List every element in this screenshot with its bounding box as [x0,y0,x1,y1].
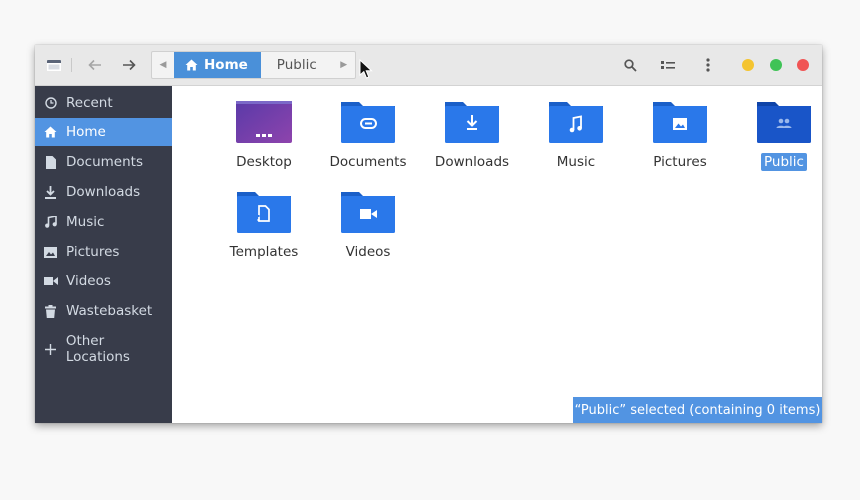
header-separator [71,58,72,72]
folder-item-music[interactable]: Music [527,100,625,171]
search-icon [623,58,637,72]
folder-label: Music [556,154,596,170]
sidebar-item-other-locations[interactable]: Other Locations [35,333,172,365]
folder-label: Desktop [236,154,292,170]
sidebar-item-documents[interactable]: Documents [35,148,172,176]
forward-button[interactable] [118,45,140,85]
close-button[interactable] [797,59,809,71]
folder-item-public[interactable]: Public [735,100,822,171]
folder-item-downloads[interactable]: Downloads [423,100,521,171]
search-button[interactable] [619,45,641,85]
document-icon [35,155,66,169]
crumb-public-label: Public [276,57,317,73]
sidebar-item-label: Documents [66,154,143,170]
paperclip-folder-icon [341,102,395,143]
folder-label: Videos [345,244,391,260]
home-icon [35,126,66,138]
maximize-button[interactable] [770,59,782,71]
video-folder-icon [341,192,395,233]
sidebar-item-label: Home [66,124,106,140]
arrow-right-icon [123,59,136,71]
folder-item-videos[interactable]: Videos [319,190,417,261]
header-bar: ◀ Home Public ▶ [35,45,822,86]
kebab-menu-icon [706,58,710,72]
crumb-public[interactable]: Public [261,52,333,78]
people-folder-icon [757,102,811,143]
folder-item-pictures[interactable]: Pictures [631,100,729,171]
file-grid: Desktop Documents Downloads Music Pictur… [172,86,822,423]
folder-item-templates[interactable]: Templates [215,190,313,261]
sidebar-item-home[interactable]: Home [35,118,172,146]
sidebar-item-music[interactable]: Music [35,208,172,236]
template-folder-icon [237,192,291,233]
path-bar: ◀ Home Public ▶ [151,51,356,79]
folder-label: Downloads [434,154,510,170]
crumb-home-label: Home [204,57,248,73]
sidebar-item-label: Pictures [66,244,120,260]
folder-label: Templates [229,244,299,260]
file-manager-window: ◀ Home Public ▶ Recent Home Documents Do… [35,45,822,423]
sidebar-item-label: Music [66,214,105,230]
back-button[interactable] [84,45,106,85]
sidebar-item-downloads[interactable]: Downloads [35,178,172,206]
path-scroll-left-button[interactable]: ◀ [152,52,174,78]
list-view-icon [661,61,675,69]
arrow-left-icon [88,59,101,71]
sidebar-item-label: Recent [66,95,113,111]
picture-icon [35,246,66,258]
download-icon [35,185,66,199]
folder-label: Pictures [653,154,707,170]
files-icon [43,45,65,85]
sidebar-item-label: Other Locations [65,333,130,365]
minimize-button[interactable] [742,59,754,71]
music-icon [35,216,66,228]
clock-icon [35,97,66,109]
sidebar: Recent Home Documents Downloads Music Pi… [35,86,172,423]
plus-icon [35,343,66,355]
sidebar-item-videos[interactable]: Videos [35,267,172,295]
desktop-folder-icon [236,101,292,143]
folder-item-documents[interactable]: Documents [319,100,417,171]
sidebar-item-wastebasket[interactable]: Wastebasket [35,297,172,325]
sidebar-item-pictures[interactable]: Pictures [35,238,172,266]
folder-label: Documents [329,154,407,170]
crumb-home[interactable]: Home [174,52,261,78]
folder-label: Public [761,153,807,171]
status-overlay: “Public” selected (containing 0 items) [573,397,822,423]
download-folder-icon [445,102,499,143]
sidebar-item-label: Downloads [66,184,141,200]
mouse-pointer-icon [359,59,373,79]
picture-folder-icon [653,102,707,143]
path-scroll-right-button[interactable]: ▶ [333,52,355,78]
view-options-button[interactable] [657,45,679,85]
menu-button[interactable] [697,45,719,85]
sidebar-item-label: Wastebasket [66,303,153,319]
sidebar-item-label: Videos [66,273,111,289]
music-folder-icon [549,102,603,143]
trash-icon [35,304,66,318]
video-icon [35,276,66,286]
home-icon [185,59,198,71]
sidebar-item-recent[interactable]: Recent [35,89,172,117]
folder-item-desktop[interactable]: Desktop [215,100,313,171]
